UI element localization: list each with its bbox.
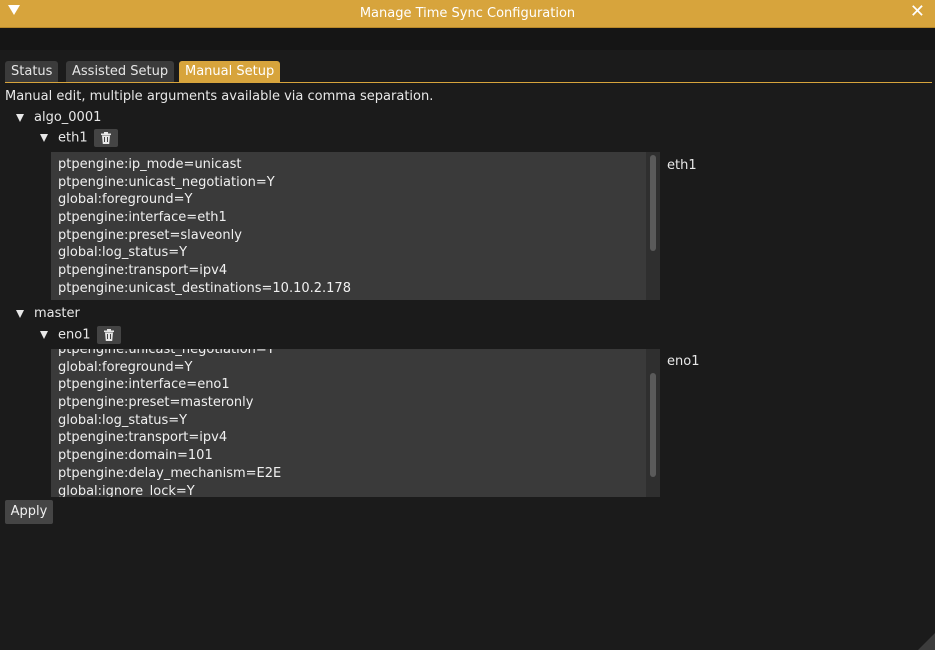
config-line: global:log_status=Y [58,245,188,261]
resize-grip[interactable] [918,633,935,650]
scrollbar-thumb[interactable] [650,155,656,251]
instructions-text: Manual edit, multiple arguments availabl… [5,89,434,104]
config-line: ptpengine:transport=ipv4 [58,430,228,446]
config-line: ptpengine:ip_mode=unicast [58,157,242,172]
config-line: ptpengine:unicast_negotiation=Y [58,174,275,190]
config-line: global:foreground=Y [58,192,193,208]
config-line: ptpengine:interface=eno1 [58,377,230,393]
config-line: ptpengine:preset=slaveonly [58,227,242,243]
expand-arrow-icon [40,134,48,142]
scrollbar[interactable] [646,152,660,300]
config-line: ptpengine:domain=101 [58,448,213,464]
scrollbar-thumb[interactable] [650,373,656,477]
title-bar[interactable]: Manage Time Sync Configuration ✕ [0,0,935,28]
scrollbar[interactable] [646,349,660,497]
tree-node-eno1[interactable]: eno1 [40,326,121,344]
interface-label-eth1: eth1 [667,158,697,173]
config-textarea-eth1[interactable]: ptpengine:ip_mode=unicast ptpengine:unic… [51,152,660,300]
config-line: ptpengine:unicast_negotiation=Y [58,349,275,357]
config-line: ptpengine:interface=eth1 [58,210,227,226]
tab-assisted-setup[interactable]: Assisted Setup [66,61,175,82]
config-line: global:foreground=Y [58,359,193,375]
window-title: Manage Time Sync Configuration [359,6,576,21]
config-line: global:ignore_lock=Y [58,483,195,498]
apply-button[interactable]: Apply [5,500,53,524]
config-line: ptpengine:delay_mechanism=E2E [58,465,282,481]
expand-arrow-icon [40,331,48,339]
tree-node-eth1[interactable]: eth1 [40,129,118,147]
tab-manual-setup[interactable]: Manual Setup [179,61,281,82]
trash-icon [103,329,114,341]
config-line: global:log_status=Y [58,412,188,428]
tree-node-label: eno1 [58,327,91,343]
menu-bar [0,28,935,50]
tab-status[interactable]: Status [5,61,59,82]
expand-arrow-icon [16,309,24,318]
tree-node-label: master [34,306,80,321]
interface-label-eno1: eno1 [667,354,700,369]
tree-node-algo-0001[interactable]: algo_0001 [16,110,101,125]
tab-underline [5,82,932,83]
delete-eno1-button[interactable] [96,326,121,344]
tree-node-label: algo_0001 [34,110,102,125]
config-textarea-eno1[interactable]: ptpengine:unicast_negotiation=Y global:f… [51,349,660,497]
close-icon[interactable]: ✕ [910,2,925,22]
config-line: ptpengine:transport=ipv4 [58,263,228,279]
config-line: ptpengine:preset=masteronly [58,395,254,411]
expand-arrow-icon [16,113,24,122]
delete-eth1-button[interactable] [93,129,118,147]
tree-node-label: eth1 [58,130,88,146]
trash-icon [100,132,111,144]
tree-node-master[interactable]: master [16,306,80,321]
config-line: ptpengine:unicast_destinations=10.10.2.1… [58,280,351,296]
